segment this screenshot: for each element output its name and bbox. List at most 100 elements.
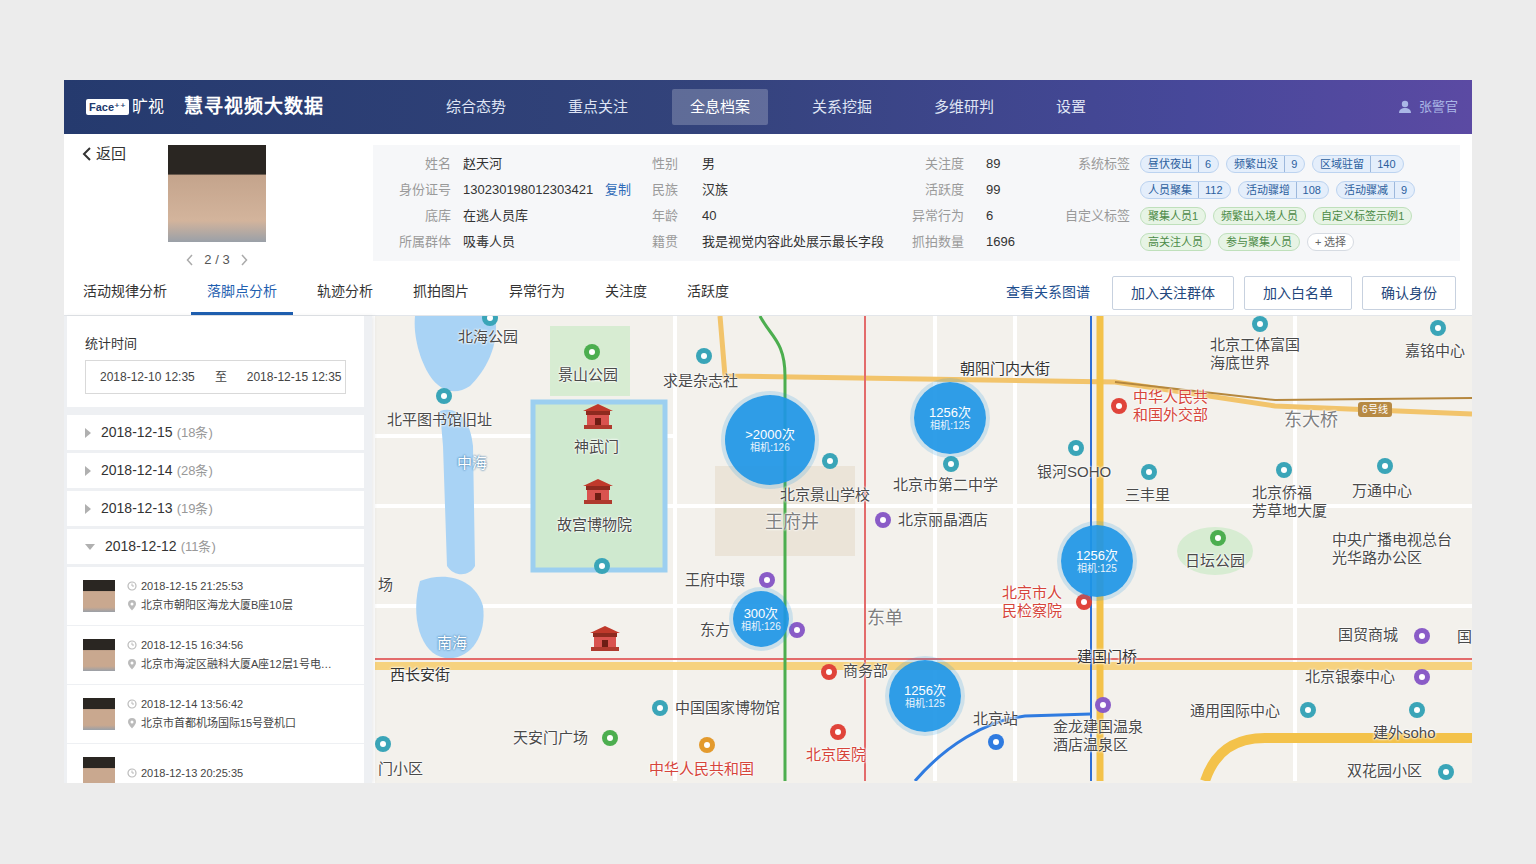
map-label[interactable]: 王府井	[765, 512, 819, 532]
custom-tag[interactable]: 聚集人员1	[1140, 207, 1206, 225]
custom-tag[interactable]: 高关注人员	[1140, 233, 1211, 251]
poi-marker-icon[interactable]	[943, 456, 959, 472]
nav-item[interactable]: 重点关注	[550, 89, 646, 125]
day-row[interactable]: 2018-12-15(18条)	[67, 415, 364, 450]
count-cluster[interactable]: 1256次相机:125	[914, 382, 986, 454]
poi-marker-icon[interactable]	[1377, 458, 1393, 474]
poi-marker-icon[interactable]	[602, 730, 618, 746]
map-label[interactable]: 北京市人 民检察院	[1002, 584, 1062, 620]
map-label[interactable]: 场	[378, 576, 393, 594]
map-label[interactable]: 双花园小区	[1347, 762, 1422, 780]
poi-marker-icon[interactable]	[1141, 464, 1157, 480]
poi-marker-icon[interactable]	[1409, 702, 1425, 718]
nav-item[interactable]: 设置	[1038, 89, 1104, 125]
poi-marker-icon[interactable]	[594, 558, 610, 574]
map-label[interactable]: 北京站	[973, 710, 1018, 728]
map-label[interactable]: 南海	[437, 634, 467, 652]
action-button[interactable]: 确认身份	[1362, 276, 1456, 310]
count-cluster[interactable]: 1256次相机:125	[1061, 525, 1133, 597]
nav-item[interactable]: 关系挖掘	[794, 89, 890, 125]
tab[interactable]: 抓拍图片	[397, 270, 485, 315]
map-label[interactable]: 通用国际中心	[1190, 702, 1280, 720]
map-label[interactable]: 金龙建国温泉 酒店温泉区	[1053, 718, 1143, 754]
poi-marker-icon[interactable]	[699, 737, 715, 753]
poi-marker-icon[interactable]	[584, 344, 600, 360]
record-row[interactable]: 2018-12-13 20:25:35	[67, 744, 364, 783]
count-cluster[interactable]: >2000次相机:126	[725, 395, 815, 485]
record-row[interactable]: 2018-12-14 13:56:42北京市首都机场国际15号登机口	[67, 685, 364, 743]
map-label[interactable]: 西长安街	[390, 666, 450, 684]
add-tag-button[interactable]: + 选择	[1307, 233, 1354, 251]
map-label[interactable]: 故宫博物院	[557, 516, 632, 534]
record-row[interactable]: 2018-12-15 21:25:53北京市朝阳区海龙大厦B座10层	[67, 567, 364, 625]
map[interactable]: >2000次相机:1261256次相机:1251256次相机:125300次相机…	[375, 316, 1472, 783]
map-label[interactable]: 神武门	[574, 438, 619, 456]
day-row[interactable]: 2018-12-12(11条)	[67, 529, 364, 564]
poi-marker-icon[interactable]	[482, 316, 498, 326]
map-label[interactable]: 三丰里	[1125, 486, 1170, 504]
system-tag[interactable]: 人员聚集112	[1140, 181, 1231, 199]
custom-tag[interactable]: 频繁出入境人员	[1213, 207, 1306, 225]
map-label[interactable]: 朝阳门内大街	[960, 360, 1050, 378]
map-label[interactable]: 北京丽晶酒店	[898, 511, 988, 529]
copy-link[interactable]: 复制	[605, 182, 631, 197]
poi-marker-icon[interactable]	[759, 572, 775, 588]
poi-marker-icon[interactable]	[1414, 628, 1430, 644]
day-row[interactable]: 2018-12-13(19条)	[67, 491, 364, 526]
map-label[interactable]: 东单	[867, 608, 903, 628]
poi-marker-icon[interactable]	[1095, 697, 1111, 713]
map-label[interactable]: 国贸商城	[1338, 626, 1398, 644]
poi-marker-icon[interactable]	[830, 724, 846, 740]
poi-marker-icon[interactable]	[1438, 764, 1454, 780]
poi-marker-icon[interactable]	[1430, 320, 1446, 336]
map-label[interactable]: 万通中心	[1352, 482, 1412, 500]
map-label[interactable]: 北京银泰中心	[1305, 668, 1395, 686]
nav-item[interactable]: 全息档案	[672, 89, 768, 125]
map-label[interactable]: 北京工体富国 海底世界	[1210, 336, 1300, 372]
map-label[interactable]: 北平图书馆旧址	[387, 411, 492, 429]
poi-marker-icon[interactable]	[652, 700, 668, 716]
map-label[interactable]: 中华人民共和国	[649, 760, 754, 778]
map-label[interactable]: 王府中環	[685, 571, 745, 589]
map-label[interactable]: 中华人民共 和国外交部	[1133, 388, 1208, 424]
map-label[interactable]: 东方	[700, 621, 730, 639]
map-label[interactable]: 日坛公园	[1185, 552, 1245, 570]
record-row[interactable]: 2018-12-15 16:34:56北京市海淀区融科大厦A座12层1号电…	[67, 626, 364, 684]
poi-marker-icon[interactable]	[1068, 440, 1084, 456]
poi-marker-icon[interactable]	[696, 348, 712, 364]
map-label[interactable]: 中海	[457, 454, 487, 472]
map-label[interactable]: 北京侨福 芳草地大厦	[1252, 484, 1327, 520]
map-label[interactable]: 嘉铭中心	[1405, 342, 1465, 360]
user-menu[interactable]: 张警官	[1397, 97, 1458, 117]
map-label[interactable]: 东大桥	[1284, 410, 1338, 430]
poi-marker-icon[interactable]	[875, 512, 891, 528]
back-button[interactable]: 返回	[82, 145, 168, 163]
map-label[interactable]: 求是杂志社	[663, 372, 738, 390]
poi-marker-icon[interactable]	[436, 388, 452, 404]
poi-marker-icon[interactable]	[1252, 316, 1268, 332]
poi-marker-icon[interactable]	[1111, 398, 1127, 414]
tab[interactable]: 异常行为	[493, 270, 581, 315]
poi-marker-icon[interactable]	[821, 664, 837, 680]
map-label[interactable]: 北海公园	[458, 328, 518, 346]
map-label[interactable]: 北京景山学校	[780, 486, 870, 504]
tab[interactable]: 活跃度	[671, 270, 745, 315]
poi-marker-icon[interactable]	[1276, 462, 1292, 478]
map-label[interactable]: 商务部	[843, 662, 888, 680]
system-tag[interactable]: 频繁出没9	[1226, 155, 1305, 173]
poi-marker-icon[interactable]	[789, 622, 805, 638]
map-label[interactable]: 北京市第二中学	[893, 476, 998, 494]
nav-item[interactable]: 多维研判	[916, 89, 1012, 125]
nav-item[interactable]: 综合态势	[428, 89, 524, 125]
poi-marker-icon[interactable]	[822, 453, 838, 469]
map-label[interactable]: 中央广播电视总台 光华路办公区	[1332, 531, 1452, 567]
tab[interactable]: 活动规律分析	[67, 270, 183, 315]
map-label[interactable]: 中国国家博物馆	[675, 699, 780, 717]
action-button[interactable]: 加入关注群体	[1112, 276, 1234, 310]
map-label[interactable]: 天安门广场	[513, 729, 588, 747]
poi-marker-icon[interactable]	[988, 734, 1004, 750]
map-label[interactable]: 银河SOHO	[1037, 463, 1111, 481]
count-cluster[interactable]: 1256次相机:125	[889, 660, 961, 732]
system-tag[interactable]: 活动骤增108	[1238, 181, 1329, 199]
photo-pager[interactable]: 2 / 3	[186, 250, 247, 270]
